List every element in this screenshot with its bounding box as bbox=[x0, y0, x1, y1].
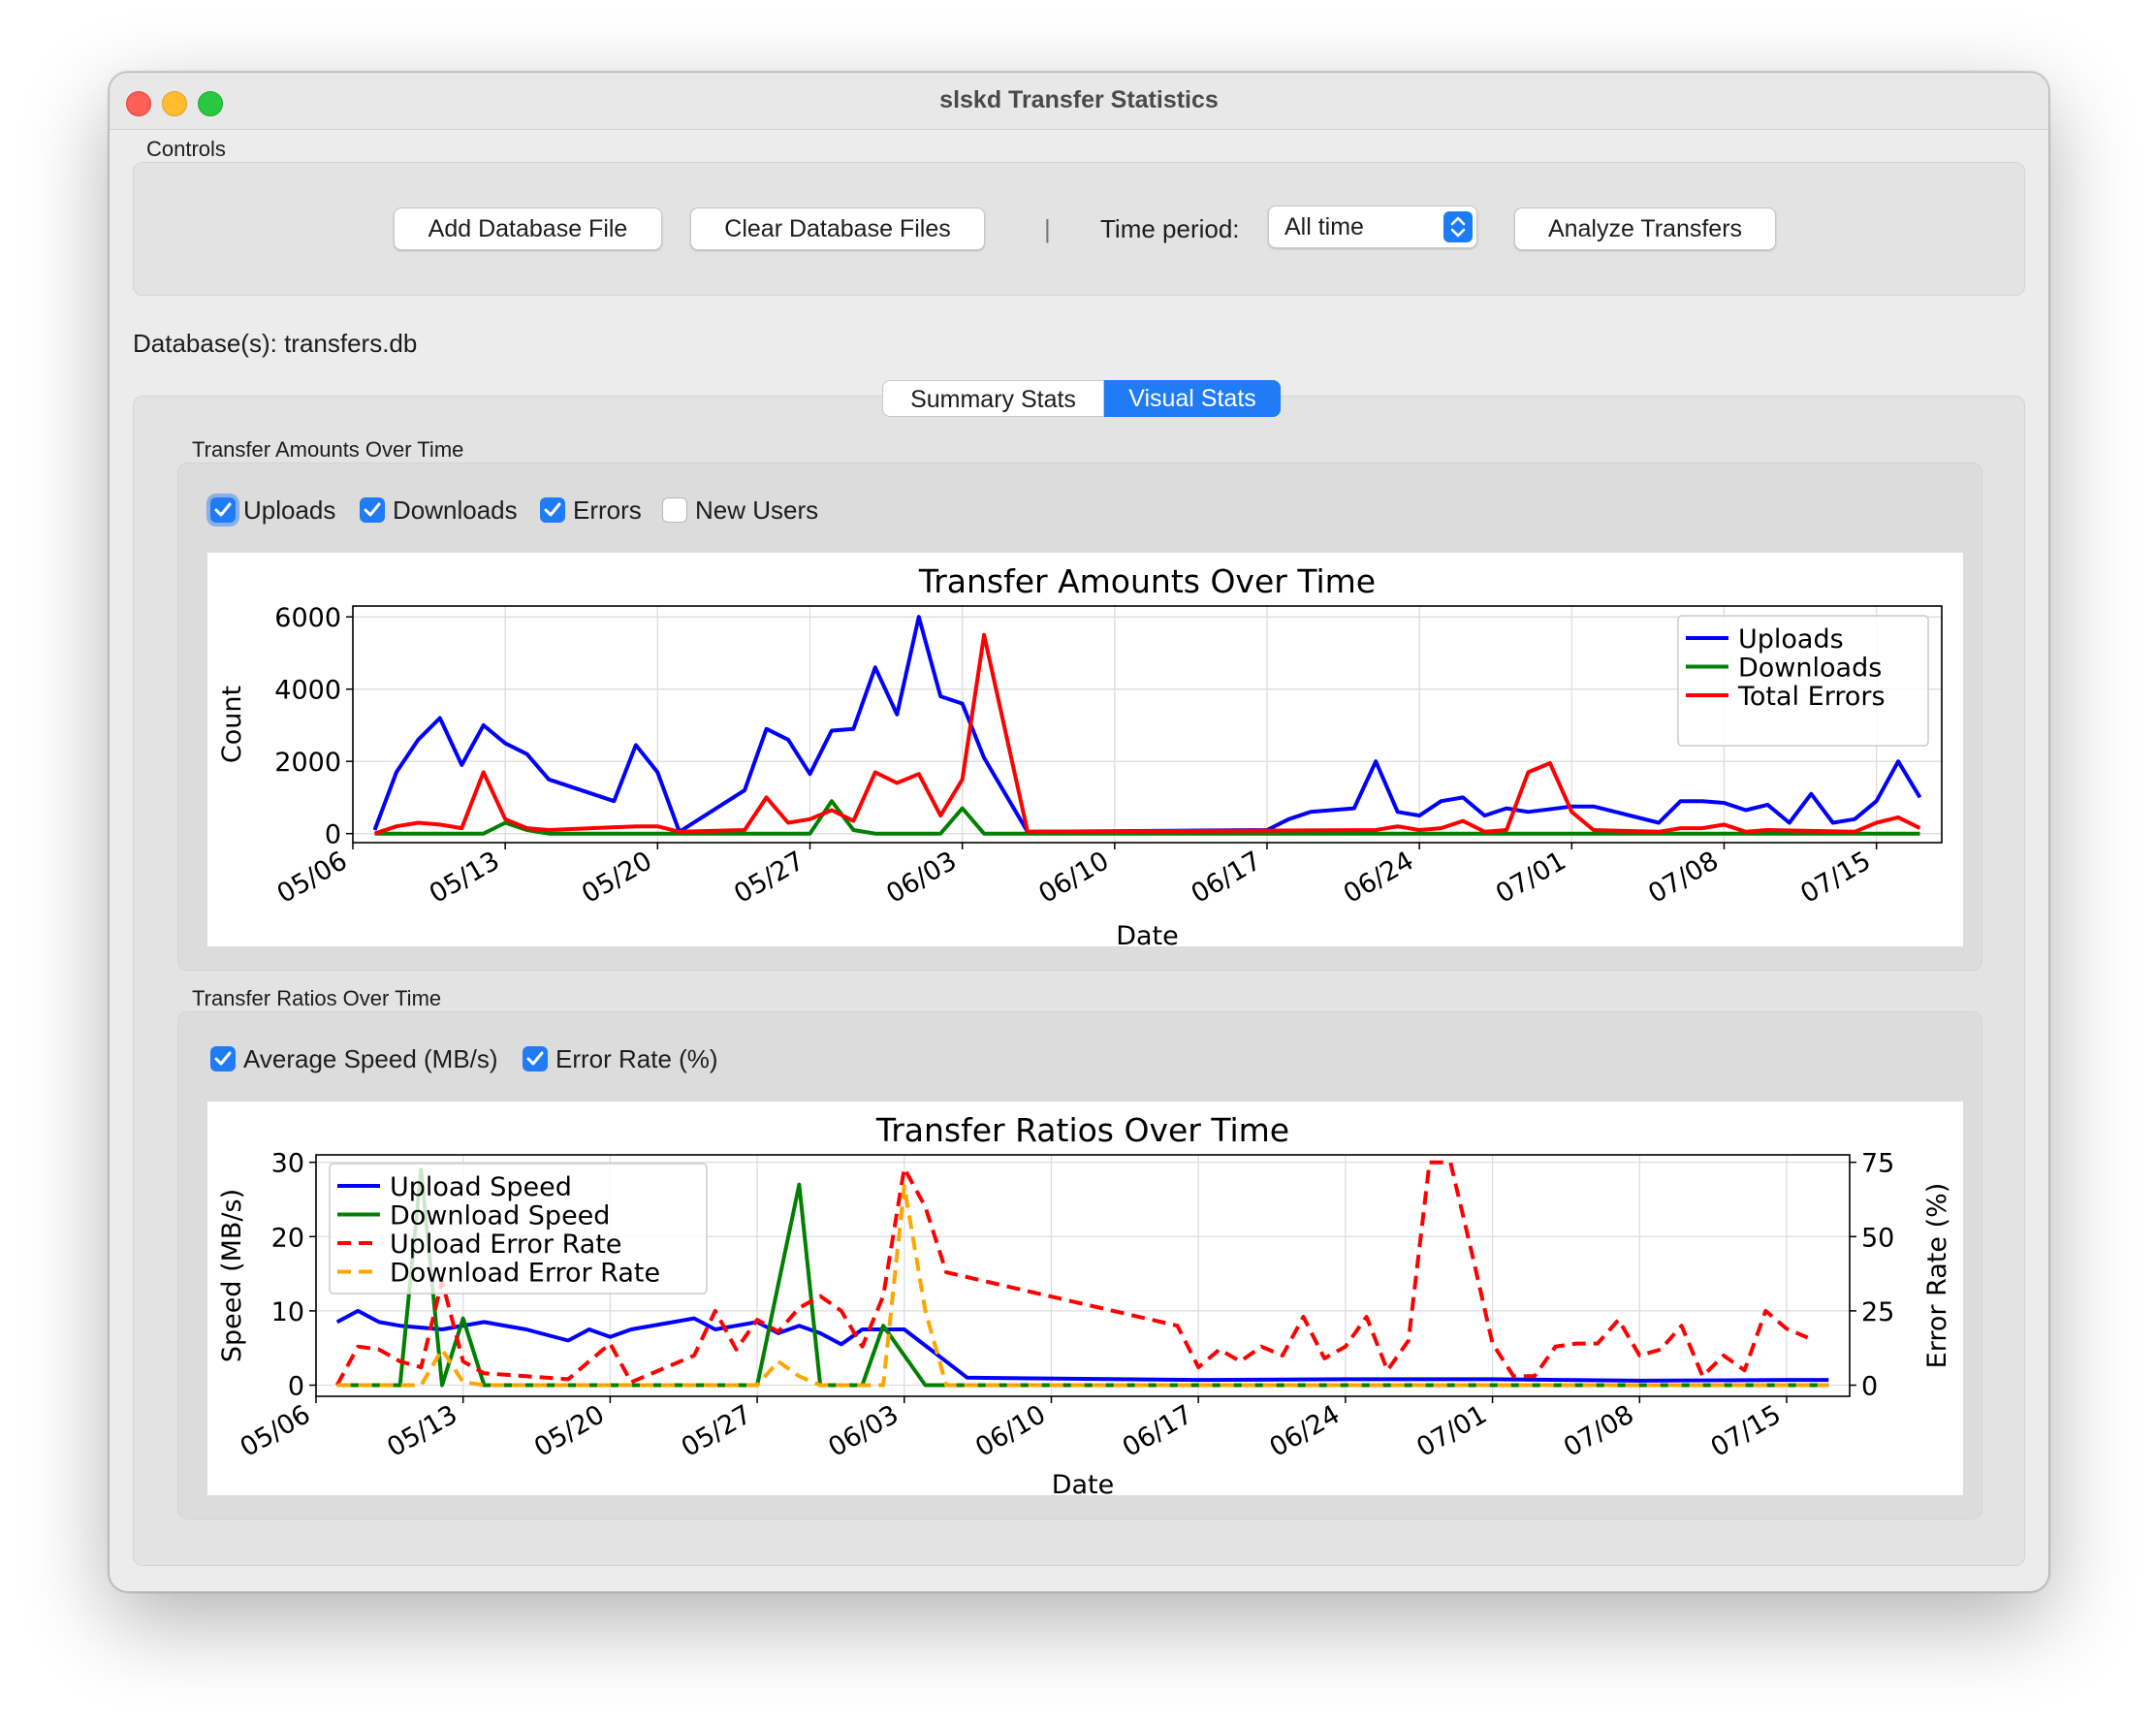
checkmark-icon bbox=[210, 1046, 236, 1071]
legend-label: Upload Speed bbox=[390, 1172, 572, 1202]
error-rate-checkbox-label: Error Rate (%) bbox=[555, 1043, 718, 1073]
checkmark-icon bbox=[360, 497, 385, 523]
y-right-tick-label: 75 bbox=[1861, 1149, 1894, 1179]
ratios-chart: Transfer Ratios Over Time 05/06 05/13 05/20… bbox=[207, 1102, 1963, 1495]
legend-label: Download Error Rate bbox=[390, 1259, 660, 1289]
y-tick-label: 0 bbox=[325, 820, 341, 850]
new-users-checkbox-label: New Users bbox=[695, 495, 819, 525]
x-tick-label: 06/17 bbox=[1118, 1399, 1198, 1463]
checkbox-empty-icon bbox=[662, 497, 687, 523]
legend-label: Uploads bbox=[1738, 624, 1844, 655]
x-tick-label: 05/27 bbox=[729, 846, 809, 910]
legend-label: Downloads bbox=[1738, 654, 1882, 684]
x-tick-label: 07/01 bbox=[1411, 1399, 1492, 1463]
x-tick-label: 06/17 bbox=[1187, 846, 1267, 910]
y-tick-label: 20 bbox=[271, 1223, 304, 1253]
amounts-chart: Transfer Amounts Over Time 05/06 05/13 05/2… bbox=[207, 553, 1963, 946]
upload-speed-line bbox=[335, 1308, 1829, 1383]
errors-checkbox[interactable]: Errors bbox=[540, 495, 642, 526]
chevron-updown-icon bbox=[1443, 211, 1473, 242]
x-tick-label: 05/13 bbox=[425, 846, 505, 910]
analyze-transfers-button[interactable]: Analyze Transfers bbox=[1514, 208, 1776, 250]
x-tick-label: 05/27 bbox=[677, 1399, 757, 1463]
amounts-group-label: Transfer Amounts Over Time bbox=[192, 437, 464, 462]
y-tick-label: 10 bbox=[271, 1297, 304, 1327]
uploads-checkbox-label: Uploads bbox=[243, 495, 336, 525]
x-axis-label: Date bbox=[1116, 921, 1179, 946]
tab-visual-stats[interactable]: Visual Stats bbox=[1104, 380, 1281, 417]
database-label: Database(s): transfers.db bbox=[133, 329, 418, 358]
checkmark-icon bbox=[523, 1046, 548, 1071]
legend-label: Upload Error Rate bbox=[390, 1230, 622, 1260]
ratios-group-label: Transfer Ratios Over Time bbox=[192, 986, 442, 1010]
average-speed-checkbox-label: Average Speed (MB/s) bbox=[243, 1043, 498, 1073]
x-tick-label: 07/01 bbox=[1491, 846, 1571, 910]
y-tick-label: 30 bbox=[271, 1149, 304, 1179]
y-axis-label: Count bbox=[217, 686, 247, 763]
window-title: slskd Transfer Statistics bbox=[939, 86, 1219, 113]
chart-title: Transfer Amounts Over Time bbox=[918, 562, 1376, 600]
y-tick-label: 6000 bbox=[274, 603, 341, 633]
tab-summary-stats[interactable]: Summary Stats bbox=[882, 380, 1104, 417]
x-tick-label: 06/24 bbox=[1339, 846, 1419, 910]
downloads-checkbox[interactable]: Downloads bbox=[360, 495, 518, 526]
x-tick-label: 05/06 bbox=[272, 846, 353, 910]
uploads-checkbox[interactable]: Uploads bbox=[210, 495, 335, 526]
chart-legend: UploadsDownloadsTotal Errors bbox=[1677, 615, 1929, 747]
x-tick-label: 07/15 bbox=[1706, 1399, 1787, 1463]
x-tick-label: 07/08 bbox=[1559, 1399, 1639, 1463]
x-tick-label: 06/10 bbox=[970, 1399, 1051, 1463]
add-database-button[interactable]: Add Database File bbox=[394, 208, 662, 250]
downloads-checkbox-label: Downloads bbox=[393, 495, 518, 525]
app-window: slskd Transfer Statistics Controls Add D… bbox=[109, 72, 2049, 1592]
x-tick-label: 05/20 bbox=[529, 1399, 610, 1463]
checkmark-icon bbox=[210, 497, 236, 523]
legend-label: Total Errors bbox=[1737, 682, 1886, 712]
chart-legend: Upload SpeedDownload SpeedUpload Error R… bbox=[329, 1163, 708, 1294]
controls-group-label: Controls bbox=[146, 137, 226, 161]
x-tick-label: 05/06 bbox=[236, 1399, 316, 1463]
x-tick-label: 06/03 bbox=[881, 846, 962, 910]
time-period-select[interactable]: All time bbox=[1268, 206, 1477, 248]
x-tick-label: 07/15 bbox=[1795, 846, 1876, 910]
new-users-checkbox[interactable]: New Users bbox=[662, 495, 818, 526]
title-bar: slskd Transfer Statistics bbox=[110, 73, 2048, 130]
errors-checkbox-label: Errors bbox=[573, 495, 642, 525]
y-tick-label: 4000 bbox=[274, 676, 341, 706]
x-tick-label: 05/20 bbox=[577, 846, 657, 910]
error-rate-checkbox[interactable]: Error Rate (%) bbox=[523, 1043, 718, 1074]
y-right-tick-label: 0 bbox=[1861, 1372, 1878, 1402]
x-tick-label: 07/08 bbox=[1643, 846, 1724, 910]
chart-title: Transfer Ratios Over Time bbox=[875, 1111, 1289, 1149]
x-tick-label: 06/10 bbox=[1033, 846, 1114, 910]
x-tick-label: 05/13 bbox=[382, 1399, 462, 1463]
x-tick-label: 06/24 bbox=[1265, 1399, 1346, 1463]
y-right-tick-label: 25 bbox=[1861, 1297, 1894, 1327]
y-tick-label: 0 bbox=[288, 1372, 304, 1402]
x-tick-label: 06/03 bbox=[823, 1399, 904, 1463]
y-tick-label: 2000 bbox=[274, 748, 341, 778]
average-speed-checkbox[interactable]: Average Speed (MB/s) bbox=[210, 1043, 498, 1074]
time-period-value: All time bbox=[1284, 213, 1364, 240]
y-right-axis-label: Error Rate (%) bbox=[1922, 1183, 1952, 1369]
y-right-tick-label: 50 bbox=[1861, 1223, 1894, 1253]
y-axis-label: Speed (MB/s) bbox=[217, 1189, 247, 1362]
checkmark-icon bbox=[540, 497, 565, 523]
time-period-label: Time period: bbox=[1100, 214, 1240, 243]
controls-separator: | bbox=[1044, 214, 1051, 243]
clear-database-button[interactable]: Clear Database Files bbox=[690, 208, 985, 250]
x-axis-label: Date bbox=[1052, 1470, 1115, 1495]
legend-label: Download Speed bbox=[390, 1201, 610, 1231]
